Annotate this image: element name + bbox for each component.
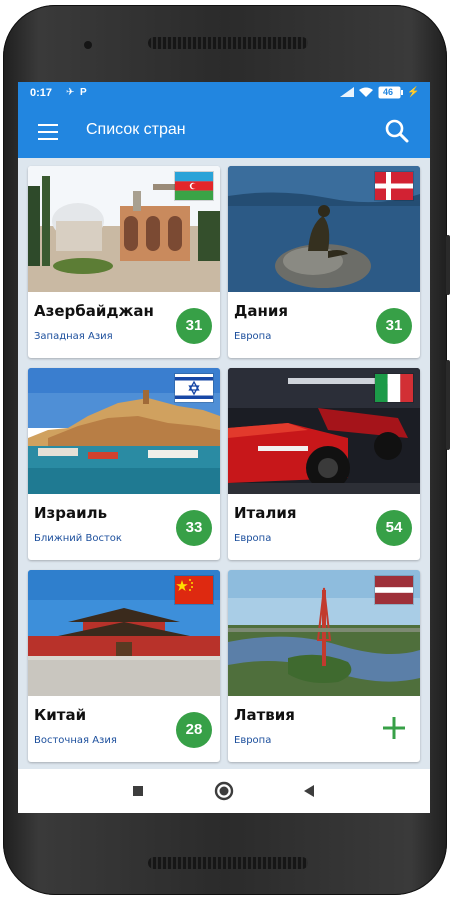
charging-icon: ⚡ bbox=[407, 87, 420, 98]
count-badge: 31 bbox=[376, 308, 412, 344]
screen: 0:17 ✈ P 46 ⚡ Список стран Азербайджан З… bbox=[18, 82, 430, 813]
country-photo bbox=[28, 166, 220, 292]
china-flag-icon bbox=[174, 575, 214, 605]
country-name: Италия bbox=[234, 504, 297, 522]
country-region: Восточная Азия bbox=[34, 735, 117, 746]
country-photo bbox=[228, 368, 420, 494]
country-card-denmark[interactable]: Дания Европа 31 bbox=[228, 166, 420, 358]
menu-icon[interactable] bbox=[38, 124, 58, 140]
country-card-china[interactable]: Китай Восточная Азия 28 bbox=[28, 570, 220, 762]
country-card-israel[interactable]: Израиль Ближний Восток 33 bbox=[28, 368, 220, 560]
country-photo bbox=[228, 570, 420, 696]
app-bar: Список стран bbox=[18, 106, 430, 158]
country-card-azerbaijan[interactable]: Азербайджан Западная Азия 31 bbox=[28, 166, 220, 358]
count-badge: 33 bbox=[176, 510, 212, 546]
count-badge: 54 bbox=[376, 510, 412, 546]
country-name: Израиль bbox=[34, 504, 108, 522]
denmark-flag-icon bbox=[374, 171, 414, 201]
page-title: Список стран bbox=[86, 121, 186, 138]
battery-level: 46 bbox=[383, 87, 394, 97]
country-region: Западная Азия bbox=[34, 331, 113, 342]
power-button bbox=[446, 235, 450, 295]
search-icon[interactable] bbox=[384, 118, 410, 144]
country-card-latvia[interactable]: Латвия Европа bbox=[228, 570, 420, 762]
system-nav-bar bbox=[18, 769, 430, 813]
status-time: 0:17 bbox=[30, 87, 53, 99]
country-photo bbox=[28, 368, 220, 494]
top-speaker bbox=[148, 37, 308, 49]
country-region: Ближний Восток bbox=[34, 533, 122, 544]
country-region: Европа bbox=[234, 331, 272, 342]
country-region: Европа bbox=[234, 735, 272, 746]
recent-apps-button[interactable] bbox=[108, 769, 168, 813]
wifi-icon bbox=[359, 87, 373, 100]
signal-icon bbox=[340, 87, 354, 100]
country-name: Латвия bbox=[234, 706, 295, 724]
home-button[interactable] bbox=[194, 769, 254, 813]
latvia-flag-icon bbox=[374, 575, 414, 605]
count-badge: 28 bbox=[176, 712, 212, 748]
country-card-italy[interactable]: Италия Европа 54 bbox=[228, 368, 420, 560]
country-name: Китай bbox=[34, 706, 87, 724]
azerbaijan-flag-icon bbox=[174, 171, 214, 201]
parking-icon: P bbox=[80, 87, 87, 98]
status-bar: 0:17 ✈ P 46 ⚡ bbox=[18, 82, 430, 106]
volume-button bbox=[446, 360, 450, 450]
israel-flag-icon bbox=[174, 373, 214, 403]
country-name: Дания bbox=[234, 302, 288, 320]
alarm-icon: ✈ bbox=[66, 87, 75, 98]
country-photo bbox=[228, 166, 420, 292]
country-name: Азербайджан bbox=[34, 302, 154, 320]
front-camera bbox=[84, 41, 92, 49]
country-photo bbox=[28, 570, 220, 696]
add-icon[interactable] bbox=[380, 714, 408, 742]
count-badge: 31 bbox=[176, 308, 212, 344]
back-button[interactable] bbox=[280, 769, 340, 813]
bottom-speaker bbox=[148, 857, 308, 869]
italy-flag-icon bbox=[374, 373, 414, 403]
country-region: Европа bbox=[234, 533, 272, 544]
